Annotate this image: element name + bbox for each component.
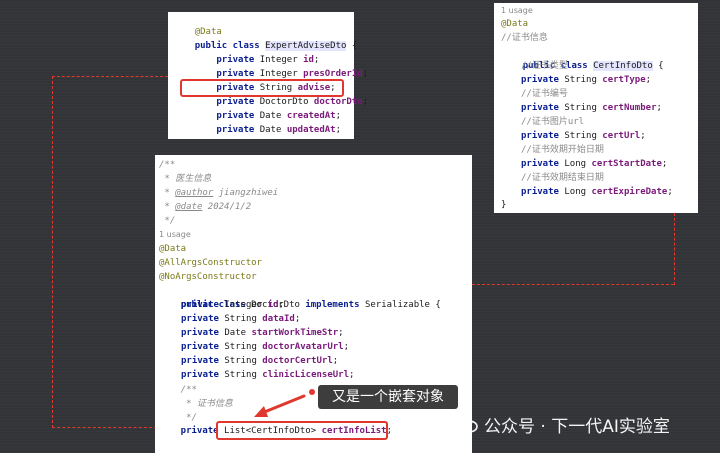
doctor-dto-highlight-box: [180, 79, 344, 97]
cert-info-dto-panel: 1 usage @Data //证书信息 public class CertIn…: [494, 3, 698, 213]
field-comment: //证书效期开始日期: [521, 145, 604, 155]
field-line: private Long certStartDate;: [521, 159, 668, 169]
field-line: private Integer id;: [181, 300, 284, 310]
doc-comment-close: */: [159, 216, 176, 226]
field-line: private String doctorAvatarUrl;: [181, 342, 349, 352]
annotation-no-args: @NoArgsConstructor: [159, 272, 257, 282]
field-line: private String certNumber;: [521, 103, 662, 113]
field-line: private Date updatedAt;: [194, 125, 342, 135]
doc-comment-date: * @date 2024/1/2: [159, 202, 252, 212]
class-declaration: public class DoctorDto implements Serial…: [180, 300, 441, 310]
usage-hint: 1 usage: [159, 230, 191, 239]
field-comment: //证书编号: [521, 89, 568, 99]
field-line: private String certUrl;: [521, 131, 646, 141]
connector-left-bottom: [52, 427, 157, 428]
expert-advise-dto-panel: @Data public class ExpertAdviseDto { pri…: [168, 12, 368, 139]
field-line: private Long certExpireDate;: [521, 187, 673, 197]
connector-left-horizontal: [52, 76, 168, 77]
wechat-icon: [456, 415, 478, 433]
inner-doc-text: * 证书信息: [159, 399, 233, 409]
annotation-data: @Data: [159, 244, 187, 254]
field-line: private Integer presOrderId;: [194, 69, 369, 79]
field-comment: //证书图片url: [521, 117, 585, 127]
class-declaration: public class ExpertAdviseDto {: [194, 41, 358, 51]
field-comment: //证书效期结束日期: [521, 173, 604, 183]
annotation-data: @Data: [194, 27, 222, 37]
watermark: 公众号 · 下一代AI实验室: [456, 411, 670, 437]
class-comment: //证书信息: [501, 33, 548, 43]
field-line: private String doctorCertUrl;: [181, 356, 339, 366]
field-line: private String certType;: [521, 75, 652, 85]
usage-hint: 1 usage: [501, 6, 533, 15]
watermark-text: 公众号 · 下一代AI实验室: [484, 416, 670, 437]
connector-left-vertical: [52, 76, 53, 428]
nested-object-callout: 又是一个嵌套对象: [318, 385, 458, 409]
field-line: private String clinicLicenseUrl;: [181, 370, 355, 380]
class-declaration: public class CertInfoDto {: [522, 61, 664, 71]
connector-right-horizontal: [472, 284, 674, 285]
doc-comment-author: * @author jiangzhiwei: [159, 188, 279, 198]
inner-doc-close: */: [159, 413, 197, 423]
field-line: private String dataId;: [181, 314, 301, 324]
annotation-data: @Data: [501, 19, 529, 29]
field-line: private Date startWorkTimeStr;: [181, 328, 344, 338]
class-close-brace: }: [501, 200, 507, 210]
field-line: private Integer id;: [194, 55, 320, 65]
cert-info-list-highlight-box: [216, 421, 388, 440]
inner-doc-open: /**: [159, 385, 197, 395]
field-line: private Date createdAt;: [194, 111, 342, 121]
doc-comment-open: /**: [159, 160, 176, 170]
field-comment: //证书类型: [521, 61, 568, 71]
connector-right-vertical: [674, 213, 675, 285]
annotation-all-args: @AllArgsConstructor: [159, 258, 262, 268]
callout-dot: [309, 389, 315, 395]
doc-comment-title: * 医生信息: [159, 174, 212, 184]
